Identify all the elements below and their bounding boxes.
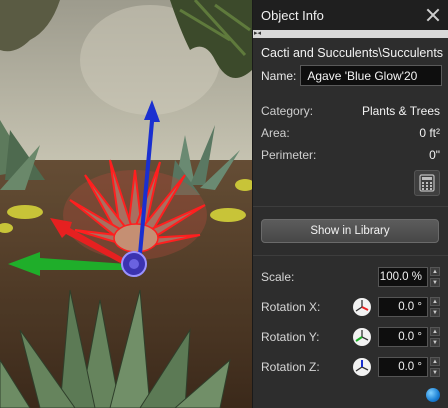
- name-row: Name:: [253, 60, 448, 86]
- scale-stepper[interactable]: ▲ ▼: [430, 267, 440, 287]
- garden-scene: [0, 0, 252, 408]
- scale-label: Scale:: [261, 270, 295, 284]
- pin-icon[interactable]: ▸◂: [253, 30, 263, 38]
- area-row: Area: 0 ft²: [253, 122, 448, 144]
- decrement-button[interactable]: ▼: [430, 308, 440, 317]
- rotation-y-row: Rotation Y: 0.0 ° ▲ ▼: [253, 322, 448, 352]
- rotation-z-field[interactable]: 0.0 °: [378, 357, 428, 377]
- decrement-button[interactable]: ▼: [430, 338, 440, 347]
- show-in-library-button[interactable]: Show in Library: [261, 219, 439, 243]
- category-label: Category:: [261, 104, 314, 118]
- rotation-z-stepper[interactable]: ▲ ▼: [430, 357, 440, 377]
- increment-button[interactable]: ▲: [430, 327, 440, 336]
- calculator-icon: [419, 174, 435, 192]
- category-value: Plants & Trees: [361, 104, 440, 118]
- perimeter-label: Perimeter:: [261, 148, 317, 162]
- name-label: Name:: [261, 68, 297, 83]
- rotation-y-stepper[interactable]: ▲ ▼: [430, 327, 440, 347]
- decrement-button[interactable]: ▼: [430, 368, 440, 377]
- panel-title: Object Info: [261, 7, 324, 23]
- calculator-button[interactable]: [414, 170, 440, 196]
- rotation-x-label: Rotation X:: [261, 300, 321, 314]
- object-info-panel: Object Info ▸◂ Cacti and Succulents\Succ…: [252, 0, 448, 408]
- perimeter-value: 0": [429, 148, 440, 162]
- rotation-x-row: Rotation X: 0.0 ° ▲ ▼: [253, 292, 448, 322]
- area-label: Area:: [261, 126, 290, 140]
- rotation-y-label: Rotation Y:: [261, 330, 320, 344]
- panel-toolbar-strip: ▸◂: [253, 30, 448, 38]
- scale-field[interactable]: 100.0 %: [378, 267, 428, 287]
- rotation-z-label: Rotation Z:: [261, 360, 320, 374]
- rotation-y-field[interactable]: 0.0 °: [378, 327, 428, 347]
- rotation-z-row: Rotation Z: 0.0 ° ▲ ▼: [253, 352, 448, 382]
- rotation-x-field[interactable]: 0.0 °: [378, 297, 428, 317]
- rotate-x-icon[interactable]: [352, 297, 372, 317]
- rotate-y-icon[interactable]: [352, 327, 372, 347]
- increment-button[interactable]: ▲: [430, 297, 440, 306]
- close-icon[interactable]: [426, 8, 440, 22]
- help-icon[interactable]: [426, 388, 440, 402]
- scale-row: Scale: 100.0 % ▲ ▼: [253, 262, 448, 292]
- rotate-z-icon[interactable]: [352, 357, 372, 377]
- name-field[interactable]: [300, 65, 443, 86]
- area-value: 0 ft²: [419, 126, 440, 140]
- category-row: Category: Plants & Trees: [253, 100, 448, 122]
- increment-button[interactable]: ▲: [430, 267, 440, 276]
- category-path: Cacti and Succulents\Succulents: [261, 46, 444, 60]
- increment-button[interactable]: ▲: [430, 357, 440, 366]
- decrement-button[interactable]: ▼: [430, 278, 440, 287]
- rotation-x-stepper[interactable]: ▲ ▼: [430, 297, 440, 317]
- 3d-viewport[interactable]: [0, 0, 252, 408]
- perimeter-row: Perimeter: 0": [253, 144, 448, 166]
- panel-header: Object Info: [253, 0, 448, 30]
